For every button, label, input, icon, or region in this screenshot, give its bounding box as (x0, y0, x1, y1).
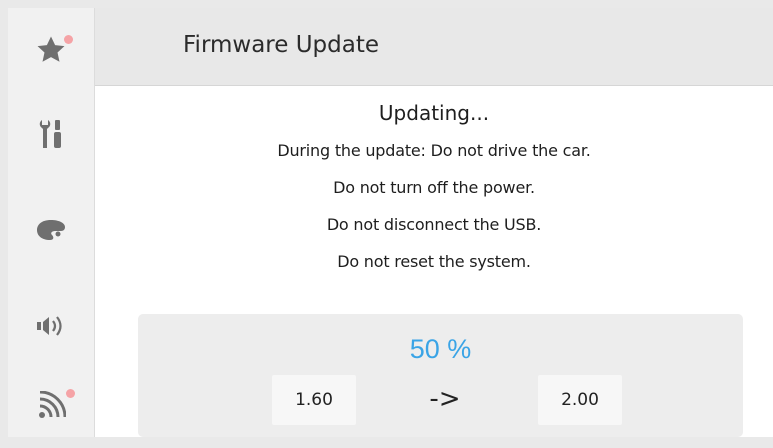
notification-dot (66, 389, 75, 398)
palette-icon (36, 219, 66, 241)
page-title: Firmware Update (183, 32, 380, 58)
wireless-icon (36, 391, 66, 421)
warning-line: Do not reset the system. (337, 252, 531, 271)
sidebar-item-sound[interactable] (8, 284, 94, 368)
app-frame: Firmware Update Updating... During the u… (8, 8, 773, 437)
progress-panel: 50 % 1.60 -> 2.00 (138, 314, 743, 437)
warning-line: Do not turn off the power. (333, 178, 535, 197)
header-bar: Firmware Update (95, 8, 773, 86)
warning-line: Do not disconnect the USB. (326, 215, 542, 234)
current-version: 1.60 (272, 375, 356, 425)
notification-dot (64, 35, 73, 44)
update-message: Updating... During the update: Do not dr… (95, 98, 773, 280)
sidebar-item-display[interactable] (8, 188, 94, 272)
target-version: 2.00 (538, 375, 622, 425)
sidebar-item-favorites[interactable] (8, 8, 94, 92)
progress-percent: 50 % (409, 334, 472, 364)
arrow-label: -> (429, 384, 461, 414)
sidebar-item-connectivity[interactable] (8, 364, 94, 448)
status-title: Updating... (378, 101, 490, 125)
speaker-icon (35, 313, 67, 339)
warning-line: During the update: Do not drive the car. (277, 141, 591, 160)
sidebar-item-settings[interactable] (8, 92, 94, 176)
sidebar (8, 8, 95, 437)
tools-icon (36, 117, 66, 151)
